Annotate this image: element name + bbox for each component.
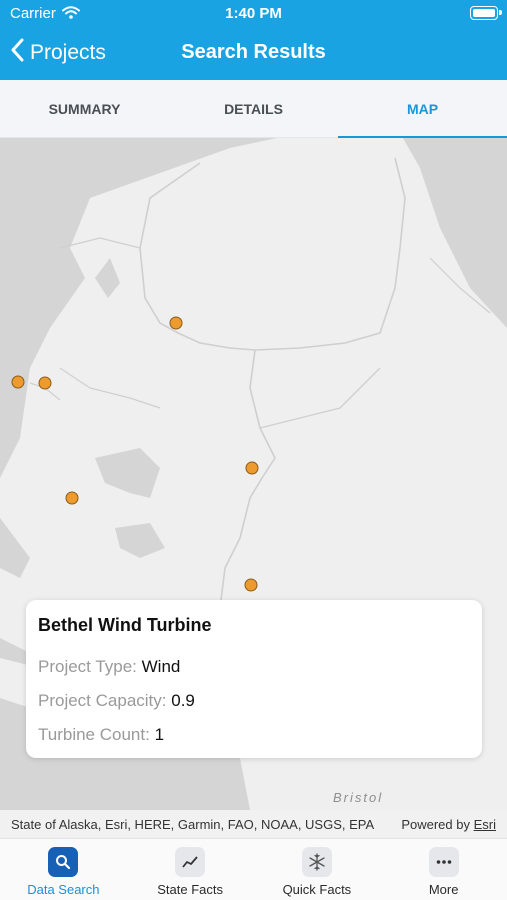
- tabbar-item-quick-facts[interactable]: Quick Facts: [254, 839, 381, 900]
- project-pin[interactable]: [169, 316, 183, 330]
- tab-details[interactable]: DETAILS: [169, 80, 338, 137]
- tabbar-item-more[interactable]: More: [380, 839, 507, 900]
- esri-link[interactable]: Esri: [474, 817, 496, 832]
- clock: 1:40 PM: [225, 5, 282, 22]
- navigation-bar: Projects Search Results: [0, 28, 507, 80]
- page-title: Search Results: [181, 41, 326, 63]
- more-icon: [428, 847, 459, 877]
- project-pin[interactable]: [245, 461, 259, 475]
- tab-map[interactable]: MAP: [338, 80, 507, 138]
- battery-icon: [470, 6, 502, 20]
- project-pin[interactable]: [244, 578, 258, 592]
- powered-by: Powered by Esri: [401, 817, 496, 832]
- snowflake-icon: [301, 847, 332, 877]
- search-icon: [48, 847, 79, 877]
- powered-by-prefix: Powered by: [401, 817, 470, 832]
- map-attribution: State of Alaska, Esri, HERE, Garmin, FAO…: [0, 810, 507, 838]
- chart-icon: [175, 847, 206, 877]
- project-pin[interactable]: [65, 491, 79, 505]
- popup-row-capacity: Project Capacity: 0.9: [38, 684, 470, 718]
- status-bar: Carrier 1:40 PM: [0, 0, 507, 28]
- project-popup[interactable]: Bethel Wind Turbine Project Type: Wind P…: [26, 600, 482, 758]
- popup-label: Project Type:: [38, 657, 137, 676]
- map-place-label: Bristol: [333, 790, 384, 805]
- popup-value: Wind: [141, 657, 181, 676]
- view-tabs: SUMMARY DETAILS MAP: [0, 80, 507, 138]
- tabbar-label: More: [428, 882, 459, 897]
- project-pin[interactable]: [38, 376, 52, 390]
- bottom-tab-bar: Data Search State Facts Quick Facts More: [0, 838, 507, 900]
- attribution-text: State of Alaska, Esri, HERE, Garmin, FAO…: [11, 817, 375, 832]
- popup-value: 1: [154, 725, 165, 744]
- popup-label: Turbine Count:: [38, 725, 150, 744]
- project-pin[interactable]: [11, 375, 25, 389]
- tabbar-label: Data Search: [27, 882, 100, 897]
- popup-value: 0.9: [171, 691, 195, 710]
- tabbar-label: Quick Facts: [282, 882, 352, 897]
- app-header: Carrier 1:40 PM Projects Search Results: [0, 0, 507, 80]
- popup-row-turbines: Turbine Count: 1: [38, 718, 470, 752]
- tabbar-item-state-facts[interactable]: State Facts: [127, 839, 254, 900]
- popup-title: Bethel Wind Turbine: [38, 615, 212, 635]
- tab-summary[interactable]: SUMMARY: [0, 80, 169, 137]
- popup-row-type: Project Type: Wind: [38, 650, 470, 684]
- popup-label: Project Capacity:: [38, 691, 167, 710]
- tabbar-label: State Facts: [157, 882, 223, 897]
- tabbar-item-data-search[interactable]: Data Search: [0, 839, 127, 900]
